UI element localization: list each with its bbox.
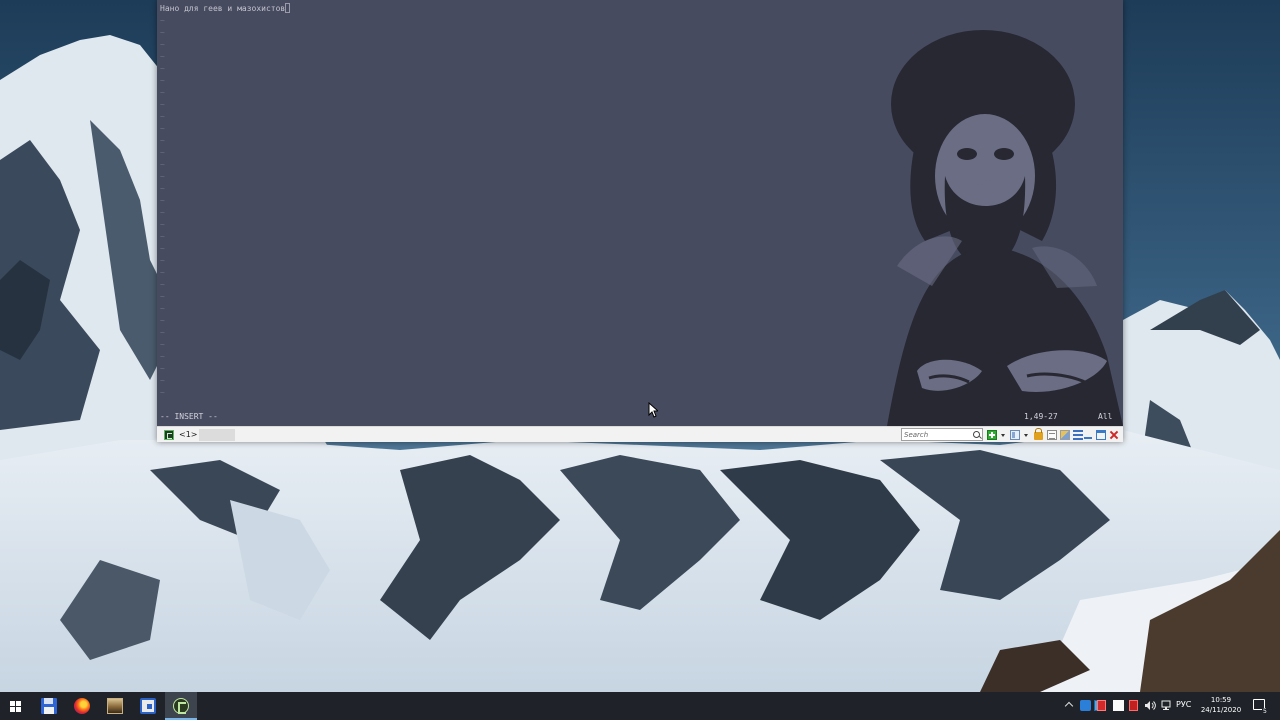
network-icon[interactable] bbox=[1161, 700, 1172, 711]
empty-line-tilde: ~ bbox=[160, 124, 165, 133]
scroll-position: All bbox=[1098, 412, 1113, 421]
text-cursor bbox=[285, 3, 291, 13]
empty-line-tilde: ~ bbox=[160, 148, 165, 157]
taskbar-photo-viewer-button[interactable] bbox=[99, 692, 131, 720]
cursor-position: 1,49-27 bbox=[1024, 412, 1058, 421]
empty-line-tilde: ~ bbox=[160, 112, 165, 121]
volume-icon[interactable] bbox=[1144, 700, 1156, 711]
taskbar-save-app-button[interactable] bbox=[33, 692, 65, 720]
clock-time: 10:59 bbox=[1210, 696, 1232, 704]
empty-line-tilde: ~ bbox=[160, 208, 165, 217]
taskbar-conemu-button[interactable] bbox=[165, 692, 197, 720]
empty-line-tilde: ~ bbox=[160, 184, 165, 193]
bluetooth-icon[interactable] bbox=[1080, 700, 1091, 711]
palette-icon[interactable] bbox=[1060, 430, 1070, 440]
clock-date: 24/11/2020 bbox=[1200, 706, 1242, 714]
empty-line-tilde: ~ bbox=[160, 244, 165, 253]
lock-icon[interactable] bbox=[1034, 428, 1043, 440]
tray-app-icon[interactable] bbox=[1097, 700, 1106, 711]
chevron-down-icon[interactable] bbox=[1001, 434, 1005, 437]
empty-line-markers: ~ ~ ~ ~ ~ ~ ~ ~ ~ ~ ~ ~ ~ ~ ~ ~ ~ ~ ~ ~ ~ ~ ~ ~ ~ ~ ~ ~ ~ ~ ~ ~ bbox=[160, 15, 168, 399]
empty-line-tilde: ~ bbox=[160, 268, 165, 277]
empty-line-tilde: ~ bbox=[160, 340, 165, 349]
terminal-window[interactable]: Нано для геев и мазохистов ~ ~ ~ ~ ~ ~ ~ ~ ~ ~ ~ ~ ~… bbox=[157, 0, 1123, 442]
maximize-icon[interactable] bbox=[1096, 430, 1106, 440]
empty-line-tilde: ~ bbox=[160, 220, 165, 229]
mode-indicator: -- INSERT -- bbox=[160, 412, 218, 421]
firefox-icon bbox=[74, 698, 90, 714]
conemu-app-icon[interactable] bbox=[164, 430, 174, 440]
empty-line-tilde: ~ bbox=[160, 328, 165, 337]
tray-app-icon[interactable] bbox=[1113, 700, 1124, 711]
search-icon[interactable] bbox=[973, 431, 980, 438]
system-clock[interactable]: 10:59 24/11/2020 bbox=[1196, 695, 1246, 715]
empty-line-tilde: ~ bbox=[160, 40, 165, 49]
buffer-icon[interactable] bbox=[1047, 430, 1057, 440]
empty-line-tilde: ~ bbox=[160, 100, 165, 109]
close-icon[interactable] bbox=[1109, 430, 1119, 440]
empty-line-tilde: ~ bbox=[160, 364, 165, 373]
taskbar-remote-desktop-button[interactable] bbox=[132, 692, 164, 720]
floppy-disk-icon bbox=[41, 698, 57, 714]
photo-viewer-icon bbox=[107, 698, 123, 714]
vim-statusline: -- INSERT -- 1,49-27 All bbox=[157, 411, 1123, 423]
chevron-down-icon[interactable] bbox=[1024, 434, 1028, 437]
language-indicator[interactable]: РУС bbox=[1176, 699, 1191, 711]
empty-line-tilde: ~ bbox=[160, 196, 165, 205]
empty-line-tilde: ~ bbox=[160, 88, 165, 97]
search-box[interactable] bbox=[901, 428, 983, 441]
taskbar-firefox-button[interactable] bbox=[66, 692, 98, 720]
conemu-status-bar: <1> bbox=[157, 426, 1123, 442]
editor-line-1[interactable]: Нано для геев и мазохистов bbox=[160, 3, 291, 15]
search-input[interactable] bbox=[904, 429, 968, 440]
empty-line-tilde: ~ bbox=[160, 76, 165, 85]
new-console-icon[interactable] bbox=[987, 430, 997, 440]
empty-line-tilde: ~ bbox=[160, 304, 165, 313]
background-portrait-image bbox=[757, 26, 1123, 426]
remote-desktop-icon bbox=[140, 698, 156, 714]
empty-line-tilde: ~ bbox=[160, 352, 165, 361]
empty-line-tilde: ~ bbox=[160, 136, 165, 145]
console-tab[interactable]: <1> bbox=[179, 429, 198, 441]
empty-line-tilde: ~ bbox=[160, 256, 165, 265]
empty-line-tilde: ~ bbox=[160, 16, 165, 25]
empty-line-tilde: ~ bbox=[160, 388, 165, 397]
empty-line-tilde: ~ bbox=[160, 280, 165, 289]
empty-line-tilde: ~ bbox=[160, 172, 165, 181]
mouse-pointer-icon bbox=[648, 402, 658, 418]
menu-icon[interactable] bbox=[1073, 430, 1083, 440]
empty-line-tilde: ~ bbox=[160, 316, 165, 325]
empty-line-tilde: ~ bbox=[160, 64, 165, 73]
split-panes-icon[interactable] bbox=[1010, 430, 1020, 440]
empty-line-tilde: ~ bbox=[160, 376, 165, 385]
empty-line-tilde: ~ bbox=[160, 232, 165, 241]
tray-app-icon[interactable] bbox=[1129, 700, 1138, 711]
conemu-icon bbox=[173, 698, 189, 714]
editor-line-text: Нано для геев и мазохистов bbox=[160, 4, 286, 13]
vim-editor[interactable]: Нано для геев и мазохистов ~ ~ ~ ~ ~ ~ ~ ~ ~ ~ ~ ~ ~… bbox=[157, 0, 1123, 426]
empty-line-tilde: ~ bbox=[160, 160, 165, 169]
tab-title-redacted bbox=[199, 429, 235, 441]
windows-start-icon[interactable] bbox=[10, 701, 21, 712]
empty-line-tilde: ~ bbox=[160, 52, 165, 61]
empty-line-tilde: ~ bbox=[160, 292, 165, 301]
minimize-icon[interactable] bbox=[1083, 430, 1093, 440]
notification-count: 5 bbox=[1262, 708, 1268, 715]
empty-line-tilde: ~ bbox=[160, 28, 165, 37]
